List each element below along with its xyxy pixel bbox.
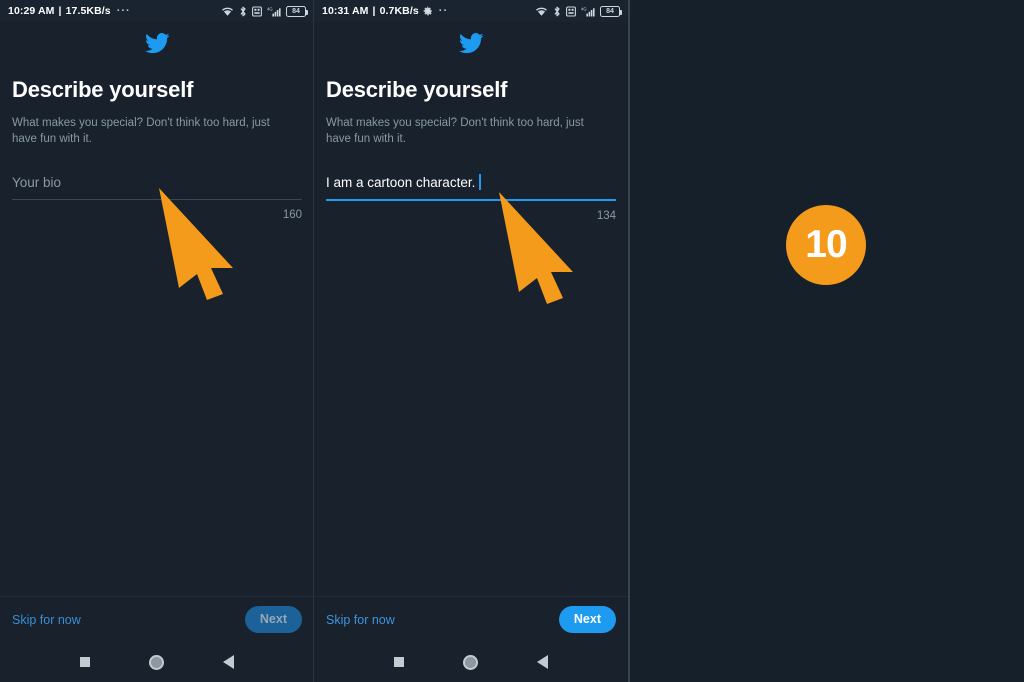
circle-home-icon[interactable] bbox=[462, 654, 478, 670]
bio-char-counter: 160 bbox=[282, 208, 302, 221]
gear-icon bbox=[423, 6, 432, 16]
triangle-back-icon[interactable] bbox=[537, 655, 549, 669]
status-bar: 10:29 AM | 17.5KB/s ··· 4G 84 bbox=[0, 0, 314, 22]
svg-text:4G: 4G bbox=[581, 6, 587, 11]
square-recents-icon[interactable] bbox=[393, 657, 404, 667]
status-bar-right: 4G 84 bbox=[535, 5, 622, 17]
circle-home-icon[interactable] bbox=[148, 654, 164, 670]
step-number-badge: 10 bbox=[786, 205, 866, 285]
page-title: Describe yourself bbox=[12, 77, 194, 102]
app-logo bbox=[0, 33, 314, 54]
onboarding-content: Describe yourself What makes you special… bbox=[0, 77, 314, 221]
wifi-icon bbox=[222, 7, 233, 16]
square-recents-icon[interactable] bbox=[79, 657, 90, 667]
signal-icon: 4G bbox=[581, 6, 595, 16]
bio-input-value[interactable]: I am a cartoon character. bbox=[326, 175, 475, 190]
triangle-back-icon[interactable] bbox=[223, 655, 235, 669]
phone-screen-after: 10:31 AM | 0.7KB/s ·· 4G 84 Describe you… bbox=[314, 0, 628, 682]
vpn-icon bbox=[566, 5, 576, 17]
android-nav-bar bbox=[0, 642, 314, 682]
svg-text:4G: 4G bbox=[267, 6, 273, 11]
skip-for-now-link[interactable]: Skip for now bbox=[12, 613, 81, 627]
vpn-icon bbox=[252, 5, 262, 17]
page-title: Describe yourself bbox=[326, 77, 508, 102]
screenshot-canvas: 10:29 AM | 17.5KB/s ··· 4G 84 Describe y… bbox=[0, 0, 1024, 682]
bio-char-counter: 134 bbox=[596, 209, 616, 222]
skip-for-now-link[interactable]: Skip for now bbox=[326, 613, 395, 627]
bluetooth-icon bbox=[240, 6, 246, 16]
status-bar-time: 10:31 AM bbox=[322, 5, 369, 17]
page-subtitle: What makes you special? Don't think too … bbox=[12, 117, 270, 146]
bio-input-value-wrap[interactable]: I am a cartoon character. bbox=[326, 173, 616, 199]
wifi-icon bbox=[536, 7, 547, 16]
android-nav-bar bbox=[314, 642, 628, 682]
next-button[interactable]: Next bbox=[558, 606, 616, 633]
panel-inner-divider bbox=[313, 0, 314, 682]
bluetooth-icon bbox=[554, 6, 560, 16]
app-logo bbox=[314, 33, 628, 54]
status-bar-right: 4G 84 bbox=[221, 5, 308, 17]
phone-screen-before: 10:29 AM | 17.5KB/s ··· 4G 84 Describe y… bbox=[0, 0, 314, 682]
bio-input-placeholder[interactable]: Your bio bbox=[12, 173, 302, 199]
bio-input-field[interactable]: Your bio 160 bbox=[12, 173, 302, 221]
status-bar: 10:31 AM | 0.7KB/s ·· 4G 84 bbox=[314, 0, 628, 22]
status-bar-network-speed: 0.7KB/s bbox=[379, 5, 419, 17]
bio-input-underline bbox=[12, 198, 302, 200]
battery-icon: 84 bbox=[286, 5, 308, 17]
next-button[interactable]: Next bbox=[244, 606, 302, 633]
battery-level: 84 bbox=[606, 7, 614, 15]
status-bar-left: 10:29 AM | 17.5KB/s ··· bbox=[8, 5, 131, 17]
bottom-action-bar: Skip for now Next bbox=[0, 596, 314, 642]
status-bar-separator: | bbox=[372, 5, 376, 17]
twitter-bird-icon bbox=[458, 33, 484, 54]
status-bar-overflow-icon: ··· bbox=[116, 5, 131, 17]
onboarding-content: Describe yourself What makes you special… bbox=[314, 77, 628, 222]
battery-icon: 84 bbox=[600, 5, 622, 17]
battery-level: 84 bbox=[292, 7, 300, 15]
signal-icon: 4G bbox=[267, 6, 281, 16]
status-bar-overflow-icon: ·· bbox=[438, 5, 449, 17]
panel-divider bbox=[628, 0, 630, 682]
status-bar-time: 10:29 AM bbox=[8, 5, 55, 17]
bio-input-field[interactable]: I am a cartoon character. 134 bbox=[326, 173, 616, 222]
page-subtitle: What makes you special? Don't think too … bbox=[326, 117, 584, 146]
bio-input-underline bbox=[326, 198, 616, 201]
bottom-action-bar: Skip for now Next bbox=[314, 596, 628, 642]
status-bar-left: 10:31 AM | 0.7KB/s ·· bbox=[322, 5, 448, 17]
status-bar-separator: | bbox=[58, 5, 62, 17]
text-caret bbox=[479, 173, 482, 190]
twitter-bird-icon bbox=[144, 33, 170, 54]
status-bar-network-speed: 17.5KB/s bbox=[65, 5, 111, 17]
